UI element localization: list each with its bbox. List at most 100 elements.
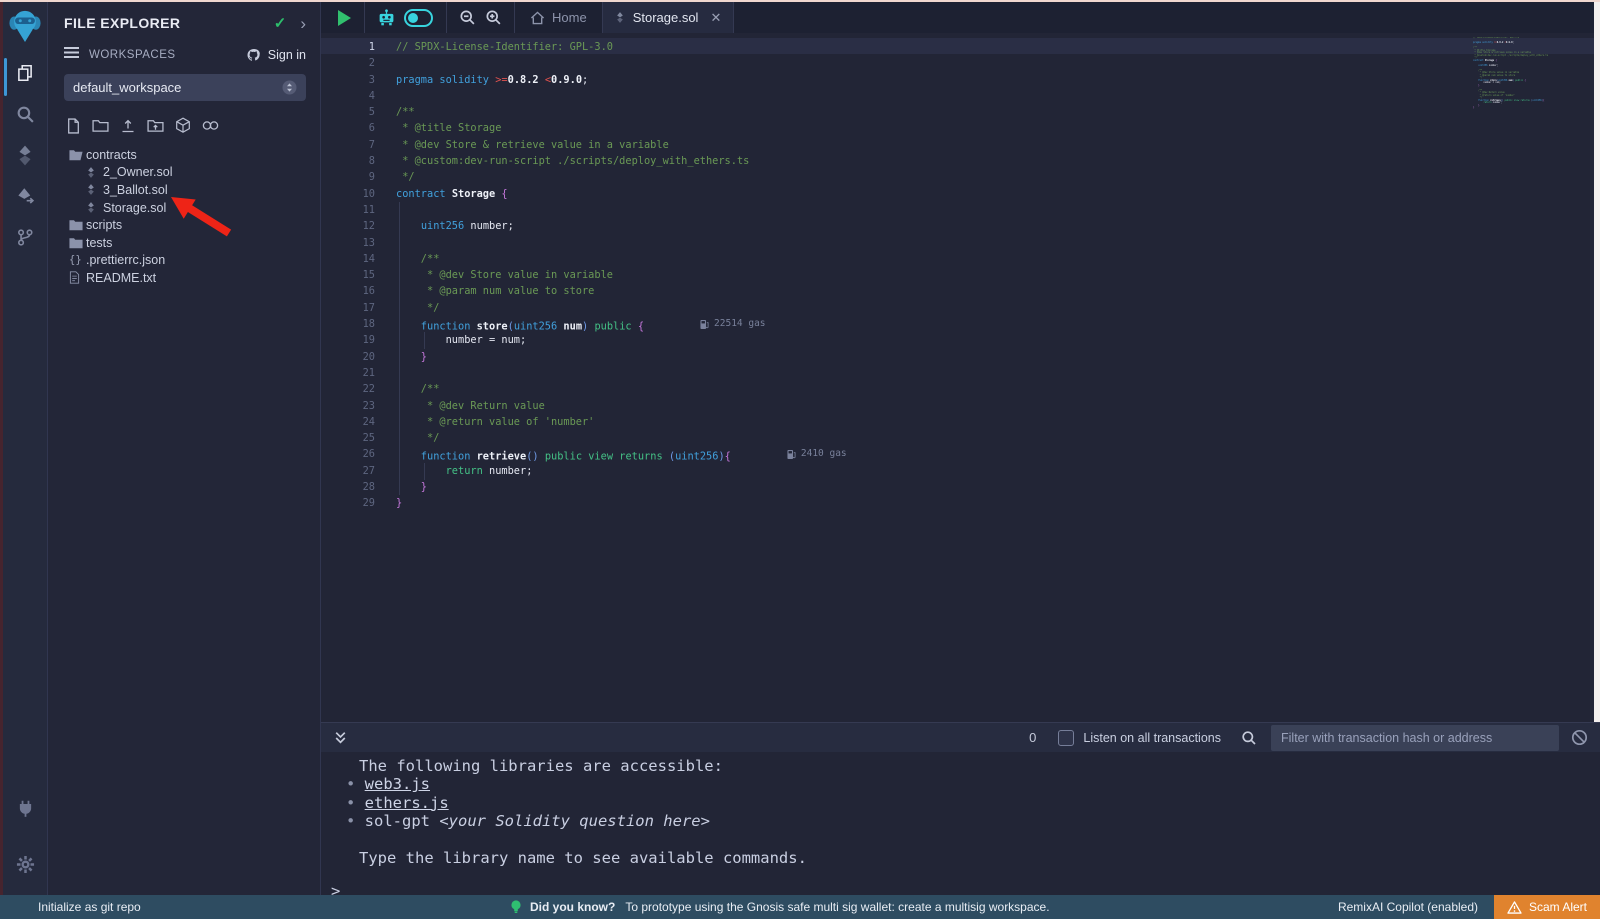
indent-guide xyxy=(424,463,425,480)
line-number: 5 xyxy=(321,104,375,120)
sol-icon xyxy=(86,183,103,196)
tree-item-label: README.txt xyxy=(86,271,156,285)
tab-home-label: Home xyxy=(552,10,587,25)
line-number: 8 xyxy=(321,153,375,169)
tree-item-label: contracts xyxy=(86,148,137,162)
settings-gear-icon[interactable] xyxy=(3,847,47,881)
line-number: 20 xyxy=(321,349,375,365)
line-number: 28 xyxy=(321,479,375,495)
editor-tabbar: Home Storage.sol ✕ xyxy=(321,2,1600,33)
tree-item-label: .prettierrc.json xyxy=(86,253,165,267)
editor-scrollbar[interactable] xyxy=(1594,2,1600,722)
terminal-header: 0 Listen on all transactions xyxy=(321,722,1600,752)
warning-icon xyxy=(1507,901,1522,914)
workspaces-label: WORKSPACES xyxy=(89,49,246,61)
tree-item-tests[interactable]: tests xyxy=(48,234,320,252)
sol-icon xyxy=(86,201,103,214)
tree-item-contracts[interactable]: contracts xyxy=(48,146,320,164)
icon-rail xyxy=(3,2,47,895)
sol-icon xyxy=(86,166,103,179)
editor-minimap[interactable]: // SPDX-License-Identifier: GPL-3.0pragm… xyxy=(1473,37,1591,110)
terminal-link[interactable]: web3.js xyxy=(365,775,430,793)
publish-gist-icon[interactable] xyxy=(175,117,191,134)
listen-transactions-checkbox[interactable] xyxy=(1058,730,1074,746)
ai-copilot-robot-icon[interactable] xyxy=(376,9,397,27)
remix-logo-icon[interactable] xyxy=(3,8,47,42)
tree-item-readme-txt[interactable]: README.txt xyxy=(48,269,320,287)
sign-in-button[interactable]: Sign in xyxy=(246,48,306,62)
line-number: 29 xyxy=(321,495,375,511)
tree-item-scripts[interactable]: scripts xyxy=(48,216,320,234)
run-script-button[interactable] xyxy=(338,10,351,26)
window-top-border xyxy=(0,0,1600,2)
terminal-line: The following libraries are accessible: xyxy=(321,757,1600,775)
line-number: 19 xyxy=(321,332,375,348)
zoom-in-icon[interactable] xyxy=(485,9,502,26)
line-number: 24 xyxy=(321,414,375,430)
plugin-manager-icon[interactable] xyxy=(3,791,47,825)
deploy-and-run-icon[interactable] xyxy=(3,179,47,213)
tree-item-label: 2_Owner.sol xyxy=(103,165,172,179)
upload-folder-icon[interactable] xyxy=(147,118,164,133)
line-number-gutter: 1234567891011121314151617181920212223242… xyxy=(321,39,375,512)
git-init-button[interactable]: Initialize as git repo xyxy=(38,895,141,919)
tab-close-icon[interactable]: ✕ xyxy=(710,10,721,26)
transaction-count-badge: 0 xyxy=(1029,730,1036,745)
tree-item--prettierrc-json[interactable]: {}.prettierrc.json xyxy=(48,252,320,270)
github-icon xyxy=(246,48,262,62)
remix-ide-window: FILE EXPLORER ✓ › WORKSPACES Sign in def… xyxy=(0,0,1600,919)
scam-alert-button[interactable]: Scam Alert xyxy=(1494,895,1600,919)
file-explorer-icon[interactable] xyxy=(3,56,47,90)
file-tree: contracts 2_Owner.sol 3_Ballot.solStorage.… xyxy=(48,146,320,287)
ai-copilot-toggle[interactable] xyxy=(404,9,433,27)
zoom-out-icon[interactable] xyxy=(459,9,476,26)
file-explorer-panel: FILE EXPLORER ✓ › WORKSPACES Sign in def… xyxy=(47,2,320,895)
upload-file-icon[interactable] xyxy=(120,118,136,134)
new-folder-icon[interactable] xyxy=(92,118,109,133)
transaction-filter-input[interactable] xyxy=(1271,725,1559,751)
did-you-know-tip: Did you know? To prototype using the Gno… xyxy=(510,895,1050,919)
terminal-search-icon[interactable] xyxy=(1241,730,1257,746)
terminal-list-item: • sol-gpt <your Solidity question here> xyxy=(321,812,1600,830)
search-icon[interactable] xyxy=(3,97,47,131)
tab-home[interactable]: Home xyxy=(515,2,602,33)
git-icon[interactable] xyxy=(3,220,47,254)
terminal-collapse-icon[interactable] xyxy=(333,730,348,745)
panel-collapse-chevron-icon[interactable]: › xyxy=(300,15,306,32)
solidity-compiler-icon[interactable] xyxy=(3,138,47,172)
terminal-list-item: • ethers.js xyxy=(321,794,1600,812)
panel-header: FILE EXPLORER ✓ › xyxy=(48,2,320,36)
workspaces-row: WORKSPACES Sign in xyxy=(48,36,320,70)
code-lines: // SPDX-License-Identifier: GPL-3.0pragm… xyxy=(396,39,847,512)
line-number: 14 xyxy=(321,251,375,267)
terminal-output[interactable]: The following libraries are accessible:•… xyxy=(321,752,1600,900)
line-number: 16 xyxy=(321,283,375,299)
tip-label: Did you know? xyxy=(530,900,615,914)
file-icon xyxy=(69,271,86,284)
clear-console-icon[interactable] xyxy=(1571,729,1588,746)
tab-storage-sol[interactable]: Storage.sol ✕ xyxy=(603,2,735,33)
copilot-status[interactable]: RemixAI Copilot (enabled) xyxy=(1338,895,1478,919)
line-number: 23 xyxy=(321,398,375,414)
gas-estimate-badge: 2410 gas xyxy=(787,446,847,462)
line-number: 2 xyxy=(321,55,375,71)
tree-item-3-ballot-sol[interactable]: 3_Ballot.sol xyxy=(48,181,320,199)
listen-transactions-label: Listen on all transactions xyxy=(1083,731,1221,745)
line-number: 10 xyxy=(321,186,375,202)
panel-title: FILE EXPLORER xyxy=(64,15,274,31)
terminal-link[interactable]: ethers.js xyxy=(365,794,449,812)
link-icon[interactable] xyxy=(202,119,219,132)
tree-item-label: tests xyxy=(86,236,112,250)
workspaces-menu-icon[interactable] xyxy=(64,46,79,64)
workspace-select[interactable]: default_workspace xyxy=(64,74,306,101)
workspace-sort-icon xyxy=(282,80,297,95)
terminal-list-item: • web3.js xyxy=(321,775,1600,793)
line-number: 27 xyxy=(321,463,375,479)
code-editor[interactable]: 1234567891011121314151617181920212223242… xyxy=(321,33,1600,722)
line-number: 26 xyxy=(321,446,375,462)
tree-item-storage-sol[interactable]: Storage.sol xyxy=(48,199,320,217)
new-file-icon[interactable] xyxy=(66,118,81,134)
tree-item-2-owner-sol[interactable]: 2_Owner.sol xyxy=(48,164,320,182)
json-icon: {} xyxy=(69,254,86,266)
gas-estimate-badge: 22514 gas xyxy=(700,316,765,332)
